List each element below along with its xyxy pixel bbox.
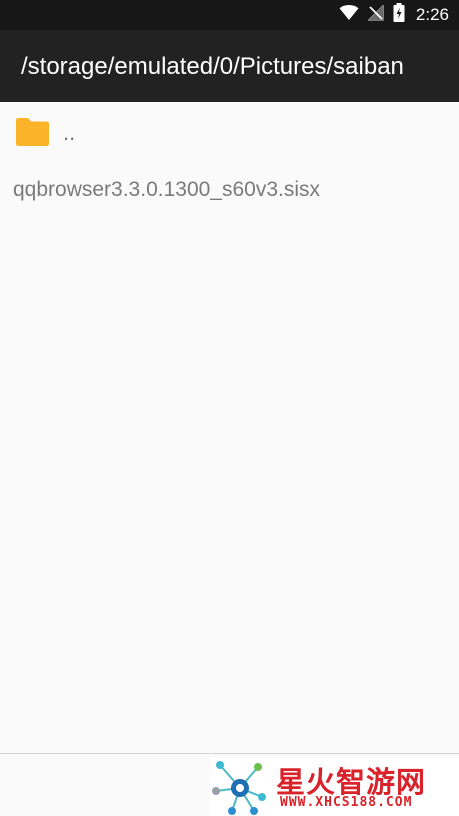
file-list: .. qqbrowser3.3.0.1300_s60v3.sisx bbox=[0, 102, 459, 212]
no-signal-icon bbox=[366, 3, 384, 26]
file-name: qqbrowser3.3.0.1300_s60v3.sisx bbox=[13, 178, 321, 201]
list-item[interactable]: qqbrowser3.3.0.1300_s60v3.sisx bbox=[0, 160, 459, 212]
watermark-banner: 星火智游网 WWW.XHCS188.COM bbox=[210, 757, 459, 816]
parent-directory-row[interactable]: .. bbox=[0, 102, 459, 160]
app-bar: /storage/emulated/0/Pictures/saiban bbox=[0, 30, 459, 102]
status-time: 2:26 bbox=[415, 5, 449, 24]
watermark-url: WWW.XHCS188.COM bbox=[280, 795, 413, 810]
folder-icon bbox=[16, 118, 49, 146]
bottom-divider bbox=[0, 753, 459, 754]
file-browser-screen: 2:26 /storage/emulated/0/Pictures/saiban… bbox=[0, 0, 459, 816]
wifi-icon bbox=[339, 4, 359, 26]
parent-directory-label: .. bbox=[63, 120, 76, 145]
status-bar: 2:26 bbox=[0, 0, 459, 30]
status-icons: 2:26 bbox=[339, 0, 449, 30]
watermark-logo-icon bbox=[210, 757, 270, 816]
current-path-title: /storage/emulated/0/Pictures/saiban bbox=[21, 53, 404, 80]
battery-charging-icon bbox=[393, 3, 405, 27]
